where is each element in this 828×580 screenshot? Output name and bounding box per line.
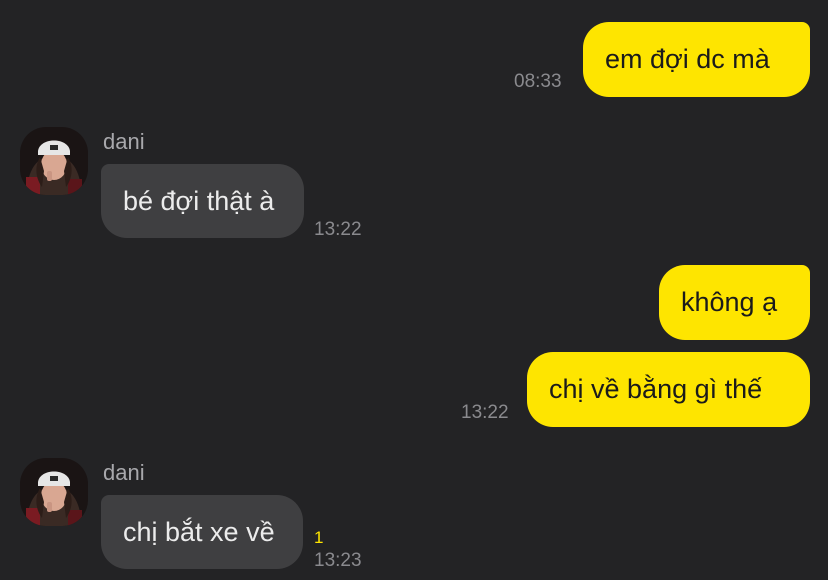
message-text: chị về bằng gì thế <box>549 374 763 404</box>
avatar[interactable] <box>20 458 88 526</box>
avatar[interactable] <box>20 127 88 195</box>
outgoing-message-bubble[interactable]: chị về bằng gì thế <box>527 352 810 427</box>
incoming-message-bubble[interactable]: chị bắt xe về <box>101 495 303 569</box>
message-text: bé đợi thật à <box>123 185 275 216</box>
profile-photo-icon <box>20 458 88 526</box>
outgoing-message-bubble[interactable]: không ạ <box>659 265 810 340</box>
sender-name: dani <box>103 460 145 485</box>
incoming-message-bubble[interactable]: bé đợi thật à <box>101 164 304 238</box>
message-time: 13:22 <box>314 219 362 240</box>
outgoing-message-bubble[interactable]: em đợi dc mà <box>583 22 810 97</box>
unread-count: 1 <box>314 528 324 547</box>
message-text: không ạ <box>681 287 778 317</box>
message-text: chị bắt xe về <box>123 516 275 547</box>
profile-photo-icon <box>20 127 88 195</box>
message-text: em đợi dc mà <box>605 44 770 74</box>
sender-name: dani <box>103 129 145 154</box>
message-time: 13:23 <box>314 550 362 571</box>
message-time: 08:33 <box>514 71 562 92</box>
message-time: 13:22 <box>461 402 509 423</box>
